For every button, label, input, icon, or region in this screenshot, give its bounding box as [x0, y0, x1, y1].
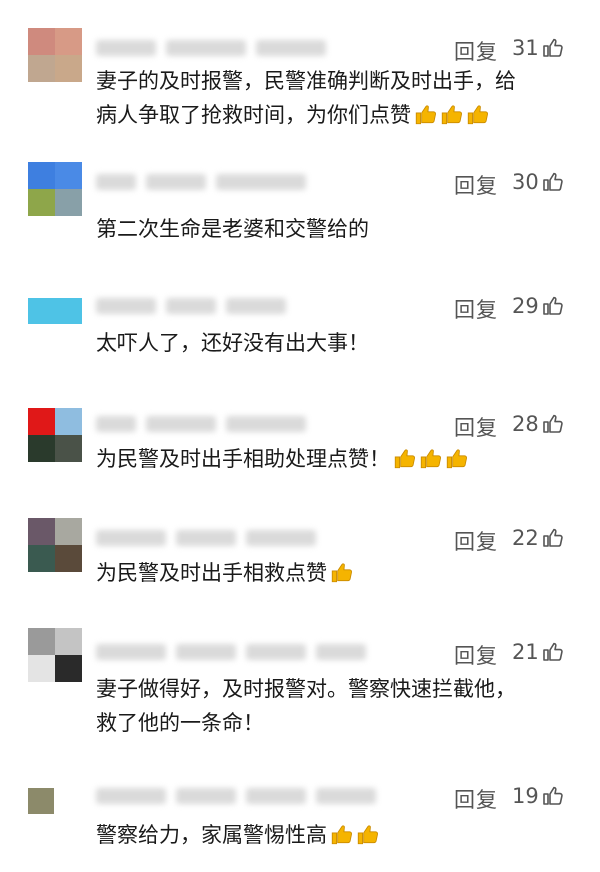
reply-button[interactable]: 回复: [454, 294, 498, 324]
reply-button[interactable]: 回复: [454, 36, 498, 66]
username-blurred[interactable]: [96, 526, 316, 550]
thumbs-up-emoji-icon: [394, 449, 415, 469]
thumbs-up-outline-icon: [542, 528, 563, 547]
thumbs-up-emoji-icon: [441, 105, 462, 125]
avatar[interactable]: [28, 28, 82, 82]
thumbs-up-emoji-icon: [415, 105, 436, 125]
thumbs-up-emoji-icon: [357, 825, 378, 845]
reply-button[interactable]: 回复: [454, 526, 498, 556]
username-blurred[interactable]: [96, 294, 286, 318]
avatar[interactable]: [28, 408, 82, 462]
avatar[interactable]: [28, 162, 82, 216]
thumbs-up-emoji-icon: [331, 563, 352, 583]
thumbs-up-emoji-group: [329, 557, 355, 591]
thumbs-up-outline-icon: [542, 38, 563, 57]
comment-text: 第二次生命是老婆和交警给的: [96, 217, 369, 241]
username-blurred[interactable]: [96, 784, 376, 808]
thumbs-up-emoji-icon: [331, 825, 352, 845]
thumbs-up-emoji-icon: [467, 105, 488, 125]
thumbs-up-outline-icon: [542, 786, 563, 805]
avatar[interactable]: [28, 518, 82, 572]
like-count: 31: [512, 36, 539, 60]
comment-text: 为民警及时出手相救点赞: [96, 556, 566, 591]
thumbs-up-outline-icon: [542, 172, 563, 191]
like-button[interactable]: 30: [512, 170, 565, 194]
like-count: 19: [512, 784, 539, 808]
thumbs-up-emoji-group: [392, 443, 470, 477]
like-button[interactable]: 29: [512, 294, 565, 318]
comment-text: 太吓人了，还好没有出大事！: [96, 331, 369, 355]
like-count: 22: [512, 526, 539, 550]
like-button[interactable]: 21: [512, 640, 565, 664]
avatar[interactable]: [28, 788, 54, 814]
like-count: 28: [512, 412, 539, 436]
comment-text: 警察给力，家属警惕性高: [96, 818, 566, 853]
username-blurred[interactable]: [96, 412, 306, 436]
username-blurred[interactable]: [96, 170, 306, 194]
like-button[interactable]: 22: [512, 526, 565, 550]
reply-button[interactable]: 回复: [454, 640, 498, 670]
thumbs-up-emoji-group: [413, 99, 491, 133]
like-count: 30: [512, 170, 539, 194]
thumbs-up-emoji-group: [329, 819, 381, 853]
thumbs-up-emoji-icon: [446, 449, 467, 469]
thumbs-up-outline-icon: [542, 296, 563, 315]
avatar[interactable]: [28, 628, 82, 682]
avatar[interactable]: [28, 298, 82, 324]
thumbs-up-outline-icon: [542, 414, 563, 433]
like-count: 21: [512, 640, 539, 664]
like-count: 29: [512, 294, 539, 318]
like-button[interactable]: 19: [512, 784, 565, 808]
comment-text: 为民警及时出手相助处理点赞！: [96, 442, 566, 477]
thumbs-up-outline-icon: [542, 642, 563, 661]
username-blurred[interactable]: [96, 640, 366, 664]
thumbs-up-emoji-icon: [420, 449, 441, 469]
reply-button[interactable]: 回复: [454, 412, 498, 442]
username-blurred[interactable]: [96, 36, 326, 60]
comment-text: 妻子的及时报警，民警准确判断及时出手，给 病人争取了抢救时间，为你们点赞: [96, 64, 566, 133]
reply-button[interactable]: 回复: [454, 784, 498, 814]
like-button[interactable]: 31: [512, 36, 565, 60]
like-button[interactable]: 28: [512, 412, 565, 436]
reply-button[interactable]: 回复: [454, 170, 498, 200]
comment-text: 妻子做得好，及时报警对。警察快速拦截他， 救了他的一条命！: [96, 677, 516, 735]
